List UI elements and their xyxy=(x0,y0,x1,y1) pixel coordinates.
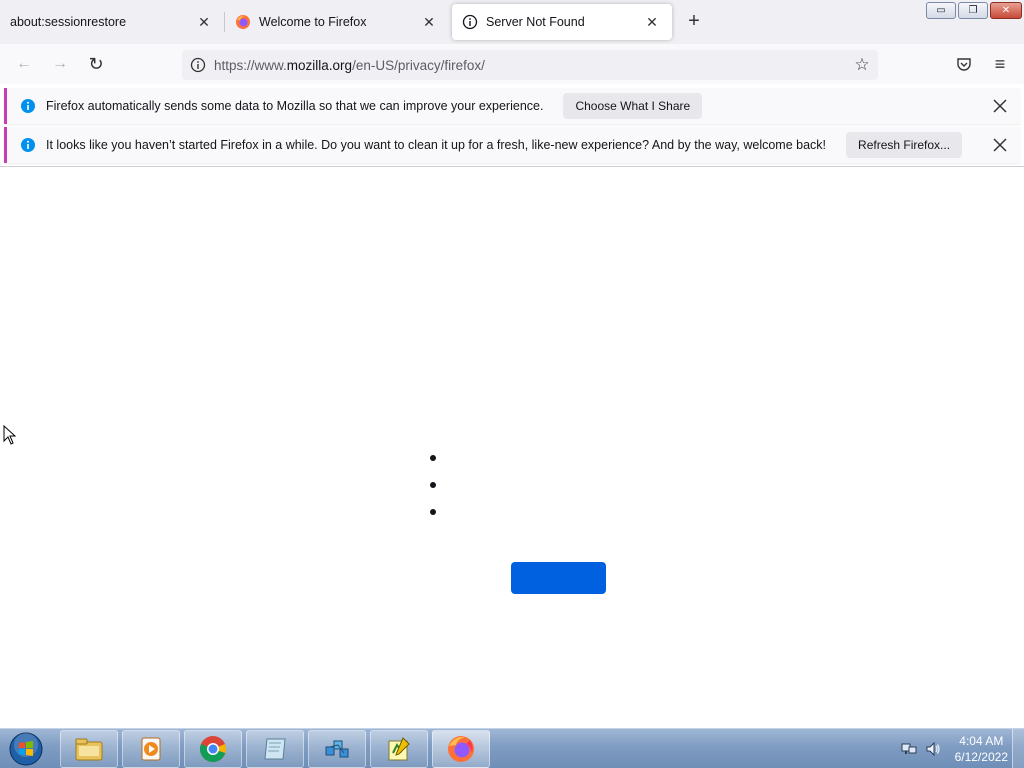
close-icon[interactable] xyxy=(990,135,1010,155)
volume-icon[interactable] xyxy=(925,741,941,757)
taskbar: 4:04 AM 6/12/2022 xyxy=(0,728,1024,768)
sticky-editor-icon xyxy=(388,737,410,761)
content-separator xyxy=(0,166,1024,167)
refresh-firefox-notification: It looks like you haven’t started Firefo… xyxy=(4,127,1020,163)
window-controls: ▭ ❐ ✕ xyxy=(926,2,1022,19)
menu-hamburger-icon[interactable]: ≡ xyxy=(990,54,1010,74)
url-text[interactable]: https://www.mozilla.org/en-US/privacy/fi… xyxy=(214,58,485,73)
close-window-button[interactable]: ✕ xyxy=(990,2,1022,19)
bullet-list xyxy=(430,455,436,536)
list-item xyxy=(430,455,436,461)
taskbar-firefox[interactable] xyxy=(432,730,490,768)
firefox-icon xyxy=(448,736,474,762)
taskbar-media-player[interactable] xyxy=(122,730,180,768)
info-icon xyxy=(21,99,35,113)
url-host: mozilla.org xyxy=(286,57,353,73)
url-prefix: https://www. xyxy=(214,57,287,73)
notification-message: Firefox automatically sends some data to… xyxy=(46,99,544,113)
data-collection-notification: Firefox automatically sends some data to… xyxy=(4,88,1020,124)
firefox-icon xyxy=(235,14,251,30)
site-info-icon[interactable] xyxy=(190,57,206,73)
restore-button[interactable]: ❐ xyxy=(958,2,988,19)
taskbar-network-app[interactable] xyxy=(308,730,366,768)
reload-button[interactable]: ↻ xyxy=(86,54,106,74)
tab-welcome-firefox[interactable]: Welcome to Firefox ✕ xyxy=(225,4,449,40)
taskbar-explorer[interactable] xyxy=(60,730,118,768)
tab-session-restore[interactable]: about:sessionrestore ✕ xyxy=(0,4,224,40)
pocket-icon[interactable] xyxy=(954,54,974,74)
taskbar-editor[interactable] xyxy=(370,730,428,768)
close-icon[interactable] xyxy=(990,96,1010,116)
taskbar-notepad[interactable] xyxy=(246,730,304,768)
tab-title: Server Not Found xyxy=(486,15,585,29)
media-player-icon xyxy=(141,737,161,761)
forward-button[interactable]: → xyxy=(50,54,70,74)
url-path: /en-US/privacy/firefox/ xyxy=(352,57,485,73)
show-desktop-button[interactable] xyxy=(1012,729,1024,768)
notepad-icon xyxy=(264,738,286,760)
network-icon[interactable] xyxy=(901,741,917,757)
tab-close-icon[interactable]: ✕ xyxy=(642,12,662,32)
system-tray: 4:04 AM 6/12/2022 xyxy=(901,733,1014,765)
choose-what-i-share-button[interactable]: Choose What I Share xyxy=(563,93,703,119)
refresh-firefox-button[interactable]: Refresh Firefox... xyxy=(846,132,963,158)
bookmark-star-icon[interactable]: ☆ xyxy=(852,55,872,75)
minimize-button[interactable]: ▭ xyxy=(926,2,956,19)
clock-date: 6/12/2022 xyxy=(954,750,1008,764)
new-tab-button[interactable]: + xyxy=(684,11,704,32)
url-bar[interactable]: https://www.mozilla.org/en-US/privacy/fi… xyxy=(182,50,878,80)
taskbar-chrome[interactable] xyxy=(184,730,242,768)
list-item xyxy=(430,482,436,488)
navigation-toolbar: ← → ↻ https://www.mozilla.org/en-US/priv… xyxy=(0,44,1024,84)
list-item xyxy=(430,509,436,515)
clock-time: 4:04 AM xyxy=(959,734,1004,748)
network-app-icon xyxy=(325,740,349,758)
windows-start-icon xyxy=(9,732,43,766)
info-icon xyxy=(462,14,478,30)
try-again-button[interactable] xyxy=(511,562,606,594)
mouse-cursor-icon xyxy=(3,425,17,445)
clock[interactable]: 4:04 AM 6/12/2022 xyxy=(955,733,1008,765)
tab-strip: about:sessionrestore ✕ Welcome to Firefo… xyxy=(0,0,1024,44)
start-button[interactable] xyxy=(6,731,46,767)
tab-server-not-found[interactable]: Server Not Found ✕ xyxy=(452,4,672,40)
tab-title: about:sessionrestore xyxy=(10,15,127,29)
back-button[interactable]: ← xyxy=(14,54,34,74)
tab-close-icon[interactable]: ✕ xyxy=(194,12,214,32)
info-icon xyxy=(21,138,35,152)
tab-title: Welcome to Firefox xyxy=(259,15,367,29)
tab-close-icon[interactable]: ✕ xyxy=(419,12,439,32)
windows-explorer-icon xyxy=(75,738,103,761)
chrome-icon xyxy=(199,736,226,763)
notification-message: It looks like you haven’t started Firefo… xyxy=(46,138,827,152)
